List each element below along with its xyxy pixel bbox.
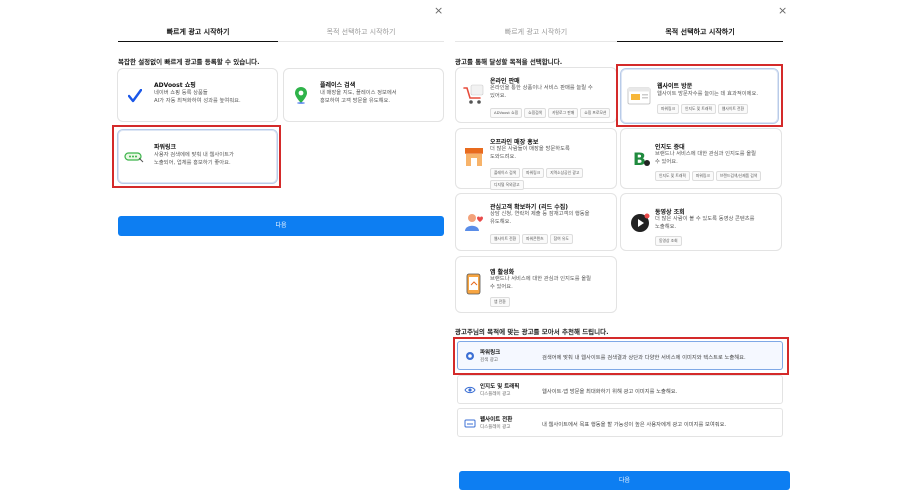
card-title: 파워링크 (154, 144, 177, 151)
tag: 앱 전환 (490, 297, 510, 307)
rec-powerlink[interactable]: 파워링크 검색 광고 검색어에 맞춰 내 웹사이트를 검색결과 상단과 다양한 … (457, 341, 783, 370)
goal-lead-collection[interactable]: 관심고객 확보하기 (리드 수집) 상담 신청, 연락처 제출 등 잠재고객의 … (455, 193, 617, 251)
tag: 쇼핑 프로모션 (580, 108, 611, 118)
recommend-heading: 광고주님의 목적에 맞는 광고를 모아서 추천해 드립니다. (455, 328, 609, 336)
goal-tags: 동영상 조회 (655, 236, 780, 246)
goal-app-activation[interactable]: 앱 활성화 브랜드나 서비스에 대한 관심과 인지도를 올릴 수 있어요. 앱 전… (455, 256, 617, 313)
goal-tags: ADVoost 쇼핑 쇼핑검색 카탈로그 판매 쇼핑 프로모션 (490, 108, 615, 118)
rec-desc: 검색어에 맞춰 내 웹사이트를 검색결과 상단과 다양한 서비스에 이미지와 텍… (542, 355, 746, 361)
rec-website-conversion[interactable]: 웹사이트 전환 디스플레이 광고 내 웹사이트에서 목표 행동을 할 가능성이 … (457, 408, 783, 437)
goal-tags: 파워링크 인지도 및 트래픽 웹사이트 전환 (657, 104, 777, 114)
next-button[interactable]: 다음 (118, 216, 444, 236)
checkmark-icon (128, 89, 142, 103)
play-icon (631, 213, 650, 232)
rec-subtitle: 디스플레이 광고 (480, 392, 511, 397)
goal-video-views[interactable]: 동영상 조회 더 많은 사람이 볼 수 있도록 동영상 콘텐츠를 노출해요. 동영… (620, 193, 782, 251)
rec-awareness-traffic[interactable]: 인지도 및 트래픽 디스플레이 광고 웹사이트·앱 방문을 최대화하기 위해 광… (457, 375, 783, 404)
website-icon (627, 87, 651, 105)
mobile-app-icon (466, 273, 481, 295)
conversion-icon (464, 419, 476, 428)
card-title: ADVoost 쇼핑 (154, 82, 196, 89)
tag: 파워링크 (657, 104, 679, 114)
goal-title: 관심고객 확보하기 (리드 수집) (490, 204, 568, 211)
goal-tags: 플레이스 검색 파워링크 지역소상공인 광고 디지털 옥외광고 (490, 168, 615, 190)
tab-quick-start[interactable]: 빠르게 광고 시작하기 (455, 22, 617, 42)
tag: 카탈로그 판매 (548, 108, 579, 118)
rec-subtitle: 디스플레이 광고 (480, 425, 511, 430)
tag: 지역소상공인 광고 (546, 168, 584, 178)
brand-b-icon: B (633, 150, 650, 169)
tag: 인지도 및 트래픽 (680, 104, 716, 114)
right-modal: × 빠르게 광고 시작하기 목적 선택하고 시작하기 광고를 통해 달성할 목적… (450, 0, 900, 496)
left-modal: × 빠르게 광고 시작하기 목적 선택하고 시작하기 복잡한 설정없이 빠르게 … (0, 0, 450, 496)
tab-goal-start[interactable]: 목적 선택하고 시작하기 (617, 22, 783, 42)
tag: 파워콘텐츠 (522, 234, 548, 244)
goal-desc: 더 많은 사람이 볼 수 있도록 동영상 콘텐츠를 노출해요. (655, 216, 755, 230)
tag: 웹사이트 전환 (490, 234, 521, 244)
card-desc: 내 매장을 지도, 플레이스 정보에서 홍보하여 고객 방문을 유도해요. (320, 90, 397, 104)
goal-desc: 상담 신청, 연락처 제출 등 잠재고객의 행동을 유도해요. (490, 211, 590, 225)
goal-desc: 온라인을 통한 상품이나 서비스 판매를 늘릴 수 있어요. (490, 85, 593, 99)
tag: 참여 유도 (549, 234, 573, 244)
goal-desc: 더 많은 사람들이 매장을 방문하도록 도와드려요. (490, 146, 570, 160)
card-place-search[interactable]: 플레이스 검색 내 매장을 지도, 플레이스 정보에서 홍보하여 고객 방문을 유… (283, 68, 444, 122)
tag: 동영상 조회 (655, 236, 682, 246)
map-pin-icon (295, 87, 307, 104)
svg-text:B: B (633, 150, 646, 169)
goal-title: 온라인 판매 (490, 78, 520, 85)
tag: 디지털 옥외광고 (490, 180, 524, 190)
tag: 브랜드검색/신제품 검색 (715, 171, 762, 181)
tag: 쇼핑검색 (524, 108, 547, 118)
rec-title: 웹사이트 전환 (480, 417, 513, 423)
tag: 플레이스 검색 (490, 168, 521, 178)
goal-website-visit[interactable]: 웹사이트 방문 웹사이트 방문자수를 늘이는 데 효과적이에요. 파워링크 인지… (620, 68, 779, 124)
goal-online-sales[interactable]: 온라인 판매 온라인을 통한 상품이나 서비스 판매를 늘릴 수 있어요. ADV… (455, 67, 617, 123)
card-title: 플레이스 검색 (320, 82, 356, 89)
shopping-cart-icon (463, 84, 484, 104)
goal-title: 앱 활성화 (490, 269, 515, 276)
goal-desc: 웹사이트 방문자수를 늘이는 데 효과적이에요. (657, 91, 759, 97)
tag: 인지도 및 트래픽 (655, 171, 690, 181)
goal-tags: 앱 전환 (490, 297, 615, 307)
search-ad-icon (466, 352, 474, 360)
rec-subtitle: 검색 광고 (480, 358, 498, 363)
rec-desc: 내 웹사이트에서 목표 행동을 할 가능성이 높은 사용자에게 광고 이미지를 … (542, 422, 727, 428)
goal-title: 오프라인 매장 홍보 (490, 139, 539, 146)
goal-awareness[interactable]: B 인지도 증대 브랜드나 서비스에 대한 관심과 인지도를 올릴 수 있어요. … (620, 128, 782, 189)
goal-title: 동영상 조회 (655, 209, 685, 216)
user-heart-icon (465, 214, 483, 231)
section-heading: 복잡한 설정없이 빠르게 광고를 등록할 수 있습니다. (118, 58, 260, 66)
goal-title: 웹사이트 방문 (657, 83, 693, 90)
card-desc: 네이버 쇼핑 등록 상품들 AI가 자동 최적화하여 성과를 높여줘요. (154, 90, 241, 104)
card-powerlink[interactable]: 파워링크 사용자 검색에에 맞춰 내 웹사이트가 노출되어, 업체를 홍보하기 좋… (117, 129, 278, 184)
card-desc: 사용자 검색에에 맞춰 내 웹사이트가 노출되어, 업체를 홍보하기 좋아요. (154, 152, 234, 166)
goal-title: 인지도 증대 (655, 144, 685, 151)
next-button[interactable]: 다음 (459, 471, 790, 490)
rec-title: 인지도 및 트래픽 (480, 384, 520, 390)
card-advoost-shopping[interactable]: ADVoost 쇼핑 네이버 쇼핑 등록 상품들 AI가 자동 최적화하여 성과를… (117, 68, 278, 122)
tag: 파워링크 (691, 171, 714, 181)
eye-icon (464, 386, 476, 394)
goal-tags: 웹사이트 전환 파워콘텐츠 참여 유도 (490, 234, 615, 244)
goal-offline-store[interactable]: 오프라인 매장 홍보 더 많은 사람들이 매장을 방문하도록 도와드려요. 플레이… (455, 128, 617, 190)
goal-tags: 인지도 및 트래픽 파워링크 브랜드검색/신제품 검색 (655, 171, 780, 181)
rec-desc: 웹사이트·앱 방문을 최대화하기 위해 광고 이미지를 노출해요. (542, 389, 678, 395)
powerlink-icon (124, 152, 144, 163)
tag: 웹사이트 전환 (717, 104, 749, 114)
tag: ADVoost 쇼핑 (490, 108, 523, 118)
rec-title: 파워링크 (480, 350, 501, 356)
goal-heading: 광고를 통해 달성할 목적을 선택합니다. (455, 58, 563, 66)
store-icon (465, 148, 483, 166)
tab-goal-start[interactable]: 목적 선택하고 시작하기 (278, 22, 444, 42)
tab-quick-start[interactable]: 빠르게 광고 시작하기 (118, 22, 278, 42)
close-icon[interactable]: × (434, 5, 443, 16)
goal-desc: 브랜드나 서비스에 대한 관심과 인지도를 올릴 수 있어요. (655, 151, 757, 165)
tag: 파워링크 (522, 168, 545, 178)
close-icon[interactable]: × (778, 5, 787, 16)
goal-desc: 브랜드나 서비스에 대한 관심과 인지도를 올릴 수 있어요. (490, 276, 592, 290)
